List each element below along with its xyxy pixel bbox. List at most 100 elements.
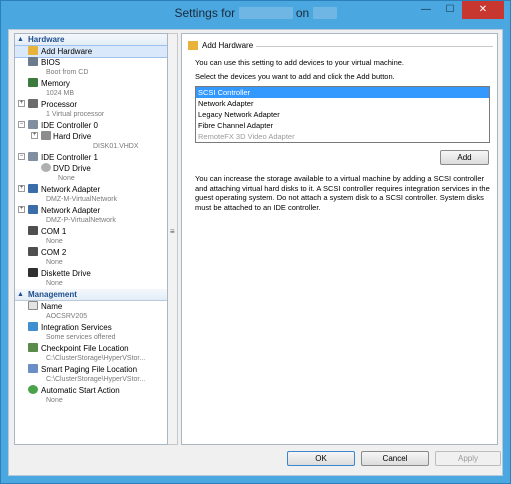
- device-option-scsi-controller[interactable]: SCSI Controller: [196, 87, 489, 98]
- tree-item-detail: 1024 MB: [46, 90, 75, 97]
- tree-item-ide-controller-0[interactable]: − IDE Controller 0: [15, 120, 167, 131]
- tree-item-label: Network Adapter: [41, 185, 101, 194]
- hardware-section-header[interactable]: ▲ Hardware: [15, 34, 167, 46]
- tree-item-hard-drive[interactable]: + Hard Drive DISK01.VHDX: [15, 131, 167, 152]
- expand-icon[interactable]: +: [18, 185, 25, 192]
- intro-text: You can use this setting to add devices …: [195, 58, 405, 67]
- apply-button: Apply: [435, 451, 501, 466]
- diskette-drive-icon: [28, 268, 38, 277]
- panel-title: Add Hardware: [202, 41, 254, 50]
- dvd-drive-icon: [41, 163, 51, 172]
- tree-item-checkpoint-file-location[interactable]: Checkpoint File Location C:\ClusterStora…: [15, 343, 167, 364]
- tree-item-processor[interactable]: + Processor 1 Virtual processor: [15, 99, 167, 120]
- ok-button[interactable]: OK: [287, 451, 355, 466]
- instruction-text: Select the devices you want to add and c…: [195, 72, 395, 81]
- expand-icon[interactable]: +: [18, 100, 25, 107]
- minimize-button[interactable]: —: [414, 1, 438, 19]
- collapse-node-icon[interactable]: −: [18, 153, 25, 160]
- tree-item-detail: C:\ClusterStorage\HyperVStor...: [46, 376, 146, 383]
- header-divider: [256, 46, 493, 47]
- device-option-legacy-network-adapter[interactable]: Legacy Network Adapter: [196, 109, 489, 120]
- collapse-icon[interactable]: ▲: [17, 34, 24, 46]
- tree-item-detail: None: [46, 280, 63, 287]
- ide-controller-icon: [28, 120, 38, 129]
- collapse-icon[interactable]: ▲: [17, 289, 24, 301]
- smart-paging-icon: [28, 364, 38, 373]
- add-hardware-icon: [188, 41, 198, 50]
- tree-item-label: COM 2: [41, 248, 67, 257]
- tree-item-label: Diskette Drive: [41, 269, 91, 278]
- tree-item-diskette-drive[interactable]: Diskette Drive None: [15, 268, 167, 289]
- tree-item-bios[interactable]: BIOS Boot from CD: [15, 57, 167, 78]
- tree-item-detail: AOCSRV205: [46, 313, 88, 320]
- tree-item-smart-paging-file-location[interactable]: Smart Paging File Location C:\ClusterSto…: [15, 364, 167, 385]
- tree-item-detail: DISK01.VHDX: [93, 143, 139, 150]
- tree-item-label: Name: [41, 302, 63, 311]
- add-hardware-panel: Add Hardware You can use this setting to…: [181, 33, 498, 445]
- tree-item-label: Checkpoint File Location: [41, 344, 129, 353]
- hardware-header-label: Hardware: [28, 35, 65, 44]
- device-option-remotefx-3d-video-adapter: RemoteFX 3D Video Adapter: [198, 132, 295, 141]
- close-button[interactable]: ✕: [462, 1, 504, 19]
- device-option-network-adapter[interactable]: Network Adapter: [196, 98, 489, 109]
- tree-item-label: Add Hardware: [41, 47, 93, 56]
- tree-item-label: IDE Controller 1: [41, 153, 98, 162]
- tree-item-network-adapter-2[interactable]: + Network Adapter DMZ-P-VirtualNetwork: [15, 205, 167, 226]
- add-hardware-icon: [28, 46, 38, 55]
- management-section-header[interactable]: ▲ Management: [15, 289, 167, 301]
- tree-item-memory[interactable]: Memory 1024 MB: [15, 78, 167, 99]
- com-port-icon: [28, 247, 38, 256]
- cancel-button[interactable]: Cancel: [361, 451, 429, 466]
- automatic-start-icon: [28, 385, 38, 394]
- tree-item-add-hardware[interactable]: Add Hardware: [15, 45, 167, 58]
- add-button[interactable]: Add: [440, 150, 489, 165]
- title-prefix: Settings for: [174, 6, 236, 20]
- tree-item-detail: C:\ClusterStorage\HyperVStor...: [46, 355, 146, 362]
- network-adapter-icon: [28, 205, 38, 214]
- tree-item-ide-controller-1[interactable]: − IDE Controller 1: [15, 152, 167, 163]
- memory-icon: [28, 78, 38, 87]
- hard-drive-icon: [41, 131, 51, 140]
- tree-item-label: Hard Drive: [53, 132, 92, 141]
- tree-item-integration-services[interactable]: Integration Services Some services offer…: [15, 322, 167, 343]
- tree-item-name[interactable]: Name AOCSRV205: [15, 301, 167, 322]
- tree-item-detail: None: [46, 259, 63, 266]
- expand-icon[interactable]: +: [18, 206, 25, 213]
- name-icon: [28, 301, 38, 310]
- ide-controller-icon: [28, 152, 38, 161]
- tree-item-label: Processor: [41, 100, 78, 109]
- tree-item-label: Smart Paging File Location: [41, 365, 138, 374]
- dialog-client: ▲ Hardware Add Hardware BIOS Boot from C…: [8, 29, 503, 476]
- management-header-label: Management: [28, 290, 77, 299]
- tree-item-automatic-start-action[interactable]: Automatic Start Action None: [15, 385, 167, 406]
- title-bar[interactable]: Settings for on — ☐ ✕: [1, 1, 510, 27]
- tree-item-detail: DMZ-M-VirtualNetwork: [46, 196, 118, 203]
- tree-splitter[interactable]: ≡: [168, 33, 178, 445]
- tree-item-dvd-drive[interactable]: DVD Drive None: [15, 163, 167, 184]
- tree-item-label: IDE Controller 0: [41, 121, 98, 130]
- description-text: You can increase the storage available t…: [195, 174, 490, 212]
- tree-item-detail: Boot from CD: [46, 69, 89, 76]
- tree-item-label: Memory: [41, 79, 70, 88]
- tree-item-label: Integration Services: [41, 323, 112, 332]
- redacted-vm-name: [238, 7, 293, 19]
- maximize-button[interactable]: ☐: [438, 1, 462, 19]
- device-option-fibre-channel-adapter[interactable]: Fibre Channel Adapter: [196, 120, 489, 131]
- device-listbox[interactable]: SCSI Controller Network Adapter Legacy N…: [195, 86, 490, 143]
- tree-item-label: DVD Drive: [53, 164, 91, 173]
- tree-item-detail: None: [46, 397, 63, 404]
- integration-services-icon: [28, 322, 38, 331]
- com-port-icon: [28, 226, 38, 235]
- checkpoint-icon: [28, 343, 38, 352]
- bios-icon: [28, 57, 38, 66]
- splitter-grip-icon[interactable]: ≡: [170, 228, 176, 240]
- tree-item-com-2[interactable]: COM 2 None: [15, 247, 167, 268]
- collapse-node-icon[interactable]: −: [18, 121, 25, 128]
- tree-item-detail: DMZ-P-VirtualNetwork: [46, 217, 116, 224]
- settings-tree: ▲ Hardware Add Hardware BIOS Boot from C…: [14, 33, 168, 445]
- tree-item-label: Automatic Start Action: [41, 386, 120, 395]
- tree-item-network-adapter-1[interactable]: + Network Adapter DMZ-M-VirtualNetwork: [15, 184, 167, 205]
- tree-item-com-1[interactable]: COM 1 None: [15, 226, 167, 247]
- tree-item-detail: 1 Virtual processor: [46, 111, 105, 118]
- expand-icon[interactable]: +: [31, 132, 38, 139]
